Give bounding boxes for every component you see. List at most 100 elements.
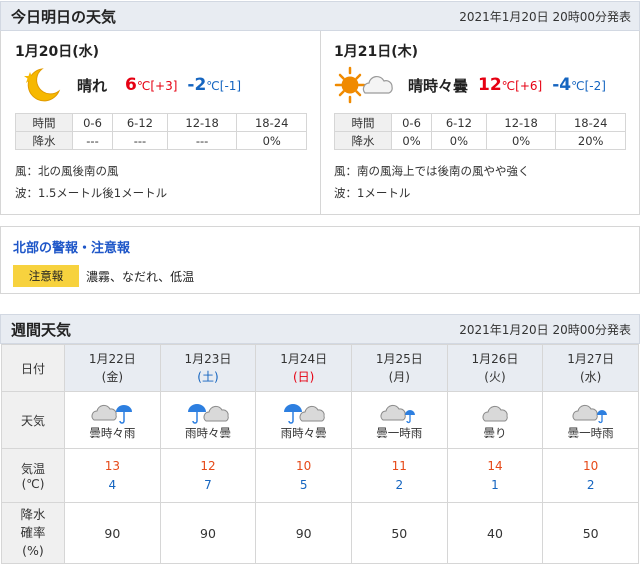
weekly-date-cell: 1月27日 (水)	[542, 344, 639, 392]
rain-cloud-icon	[187, 403, 229, 424]
weekly-dow: (水)	[579, 370, 602, 384]
weekly-dow: (金)	[101, 370, 124, 384]
rain-value: 0%	[236, 131, 307, 150]
high-unit: ℃	[501, 79, 516, 93]
weekly-date: 1月23日	[184, 352, 232, 366]
weekly-weather-cell: 曇り	[446, 391, 544, 449]
weekly-date: 1月22日	[88, 352, 136, 366]
weekly-pop: 90	[255, 502, 352, 564]
rain-table: 時間 0-6 6-12 12-18 18-24 降水 --- --- --- 0…	[15, 113, 307, 150]
weekly-temp-cell: 12 7	[159, 448, 257, 503]
rain-header: 6-12	[431, 113, 487, 132]
weekly-low: 2	[586, 477, 595, 492]
weekly-weather-text: 曇時々雨	[89, 425, 136, 440]
rain-value: ---	[71, 131, 114, 150]
rain-header: 12-18	[485, 113, 557, 132]
rain-header: 12-18	[166, 113, 238, 132]
weekly-low: 5	[299, 477, 308, 492]
high-value: 6	[125, 75, 137, 95]
wave-text: 波：1メートル	[334, 186, 411, 200]
warnings-title-link[interactable]: 北部の警報・注意報	[13, 237, 627, 256]
weekly-weather-cell: 雨時々曇	[159, 391, 257, 449]
high-value: 12	[478, 75, 502, 95]
day-forecast-today: 1月20日(水) 晴れ 6 ℃ [+3] -2 ℃ [-1] 時間 0-6 6-…	[1, 31, 320, 214]
weekly-date-cell: 1月24日 (日)	[255, 344, 352, 392]
wind-text: 風：北の風後南の風	[15, 164, 119, 178]
weekly-high: 11	[391, 458, 407, 473]
weather-text: 晴時々曇	[408, 76, 469, 95]
weather-text: 晴れ	[77, 76, 108, 95]
rain-value: 20%	[555, 131, 626, 150]
rain-value-label: 降水	[334, 131, 392, 150]
weekly-low: 4	[108, 477, 117, 492]
low-temp: -2 ℃ [-1]	[187, 75, 241, 95]
today-tomorrow-section: 今日明日の天気 2021年1月20日 20時00分発表 1月20日(水) 晴れ …	[0, 1, 640, 294]
low-value: -2	[187, 75, 207, 95]
weekly-header: 週間天気 2021年1月20日 20時00分発表	[0, 314, 640, 344]
warnings-box: 北部の警報・注意報 注意報 濃霧、なだれ、低温	[0, 226, 640, 294]
cloud-rain-small-icon	[572, 404, 607, 423]
weekly-temp-cell: 13 4	[64, 448, 161, 503]
rain-value: 0%	[485, 131, 557, 150]
rain-header: 0-6	[390, 113, 433, 132]
cloud-rain-small-icon	[380, 404, 416, 423]
rain-value-label: 降水	[15, 131, 73, 150]
weekly-title: 週間天気	[11, 320, 72, 339]
rain-header: 0-6	[71, 113, 114, 132]
weekly-high: 10	[583, 458, 599, 473]
weekly-date: 1月24日	[280, 352, 328, 366]
weekly-date: 1月27日	[567, 352, 615, 366]
wave-text: 波：1.5メートル後1メートル	[15, 186, 168, 200]
weekly-low: 7	[204, 477, 212, 492]
moon-icon	[15, 63, 65, 107]
advisory-badge: 注意報	[13, 265, 79, 287]
rain-table: 時間 0-6 6-12 12-18 18-24 降水 0% 0% 0% 20%	[334, 113, 626, 150]
weekly-date-cell: 1月26日 (火)	[446, 344, 544, 392]
weekly-dow: (日)	[292, 370, 315, 384]
low-temp: -4 ℃ [-2]	[552, 75, 606, 95]
weekly-date: 1月26日	[471, 352, 519, 366]
low-diff: [-2]	[584, 79, 606, 93]
temp-unit: (℃)	[21, 477, 45, 491]
weekly-pop: 90	[159, 502, 257, 564]
advisory-items: 濃霧、なだれ、低温	[86, 269, 195, 284]
low-unit: ℃	[206, 79, 220, 93]
weekly-section: 週間天気 2021年1月20日 20時00分発表 日付 1月22日 (金) 1月2…	[0, 314, 640, 564]
day-forecast-tomorrow: 1月21日(木) 晴時々曇 12 ℃ [+6] -4 ℃ [-2] 時間 0-6…	[320, 31, 639, 214]
date-row-label: 日付	[1, 344, 65, 392]
weekly-pop: 90	[64, 502, 161, 564]
rain-header-label: 時間	[334, 113, 392, 132]
rain-header: 18-24	[555, 113, 626, 132]
weekly-high: 10	[296, 458, 312, 473]
cloud-rain-icon	[91, 404, 133, 424]
weekly-weather-text: 曇一時雨	[376, 425, 423, 440]
rain-value: ---	[166, 131, 238, 150]
high-diff: [+6]	[515, 79, 543, 93]
weekly-table: 日付 1月22日 (金) 1月23日 (土) 1月24日 (日) 1月25日 (月) 1…	[1, 344, 639, 564]
temp-label: 気温	[20, 462, 45, 476]
weekly-pop: 50	[350, 502, 448, 564]
weekly-high: 12	[200, 458, 216, 473]
pop-label-1: 降水	[20, 507, 46, 522]
low-unit: ℃	[571, 79, 585, 93]
sun-cloud-icon	[334, 63, 396, 107]
today-header: 今日明日の天気 2021年1月20日 20時00分発表	[0, 1, 640, 31]
weekly-dow: (月)	[388, 370, 410, 384]
high-unit: ℃	[136, 79, 151, 93]
wind-text: 風：南の風海上では後南の風やや強く	[334, 164, 530, 178]
weekly-weather-cell: 曇一時雨	[350, 391, 448, 449]
weekly-issued: 2021年1月20日 20時00分発表	[459, 322, 631, 337]
weekly-weather-cell: 曇一時雨	[542, 391, 639, 449]
weekly-temp-cell: 10 5	[255, 448, 352, 503]
weekly-temp-cell: 11 2	[350, 448, 448, 503]
today-issued: 2021年1月20日 20時00分発表	[459, 9, 631, 24]
rain-header-label: 時間	[15, 113, 73, 132]
rain-value: 0%	[431, 131, 487, 150]
rain-cloud-icon	[283, 403, 325, 424]
high-temp: 12 ℃ [+6]	[478, 75, 542, 95]
rain-header: 6-12	[112, 113, 168, 132]
high-diff: [+3]	[150, 79, 178, 93]
low-value: -4	[552, 75, 572, 95]
rain-header: 18-24	[236, 113, 307, 132]
pop-label-3: (%)	[22, 543, 44, 558]
